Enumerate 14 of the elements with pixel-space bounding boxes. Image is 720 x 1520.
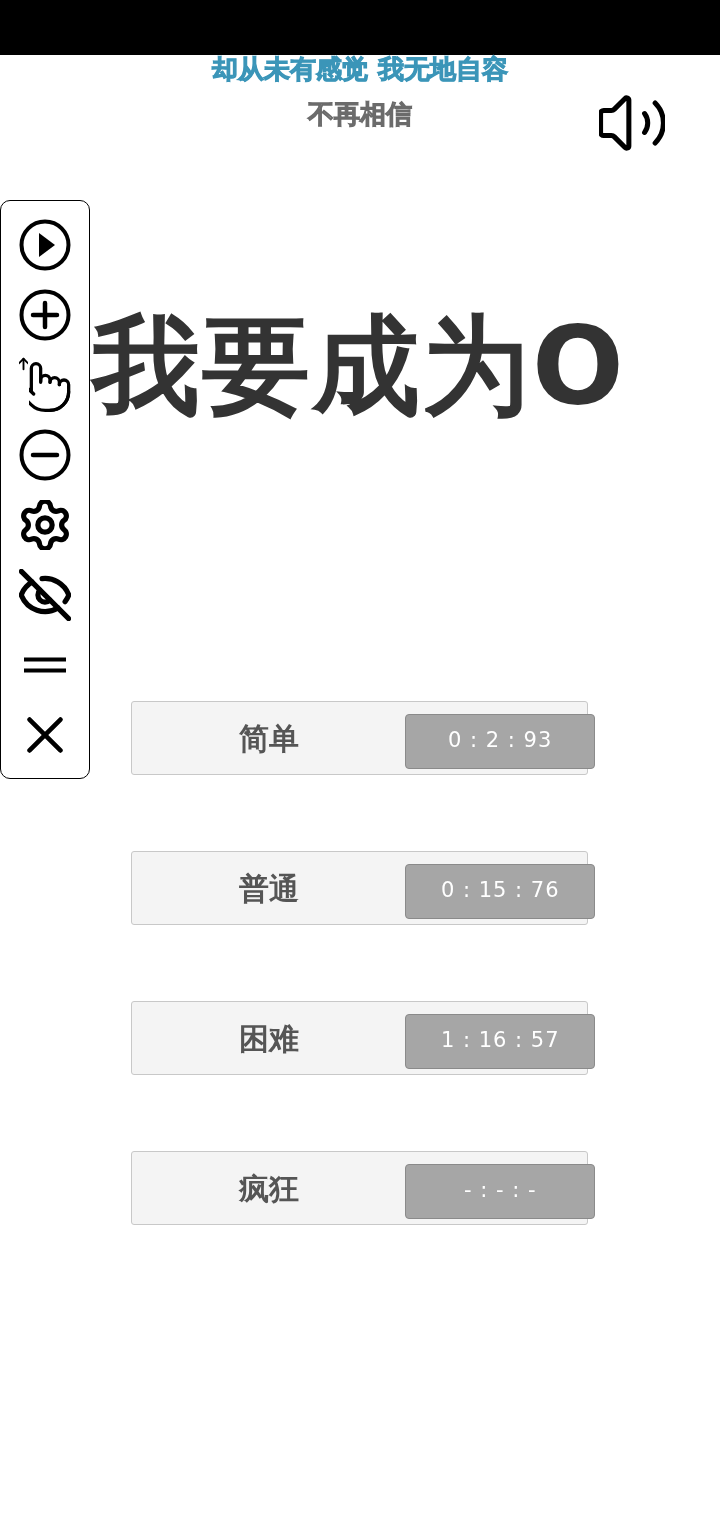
lyric-line: 不再相信 — [308, 99, 412, 129]
settings-icon[interactable] — [19, 499, 71, 551]
play-icon[interactable] — [19, 219, 71, 271]
best-time-display: - : - : - — [405, 1163, 595, 1219]
zoom-out-icon[interactable] — [19, 429, 71, 481]
best-time-display: 1 : 16 : 57 — [405, 1013, 595, 1069]
eye-off-icon[interactable] — [19, 569, 71, 621]
lyric-line: 却从未有感觉 我无地自容 — [212, 54, 508, 84]
best-time-display: 0 : 15 : 76 — [405, 863, 595, 919]
zoom-in-icon[interactable] — [19, 289, 71, 341]
speaker-icon[interactable] — [599, 92, 665, 154]
title-text: 我要成为O — [92, 311, 626, 421]
tap-hand-icon[interactable] — [19, 357, 71, 413]
best-time-display: 0 : 2 : 93 — [405, 713, 595, 769]
